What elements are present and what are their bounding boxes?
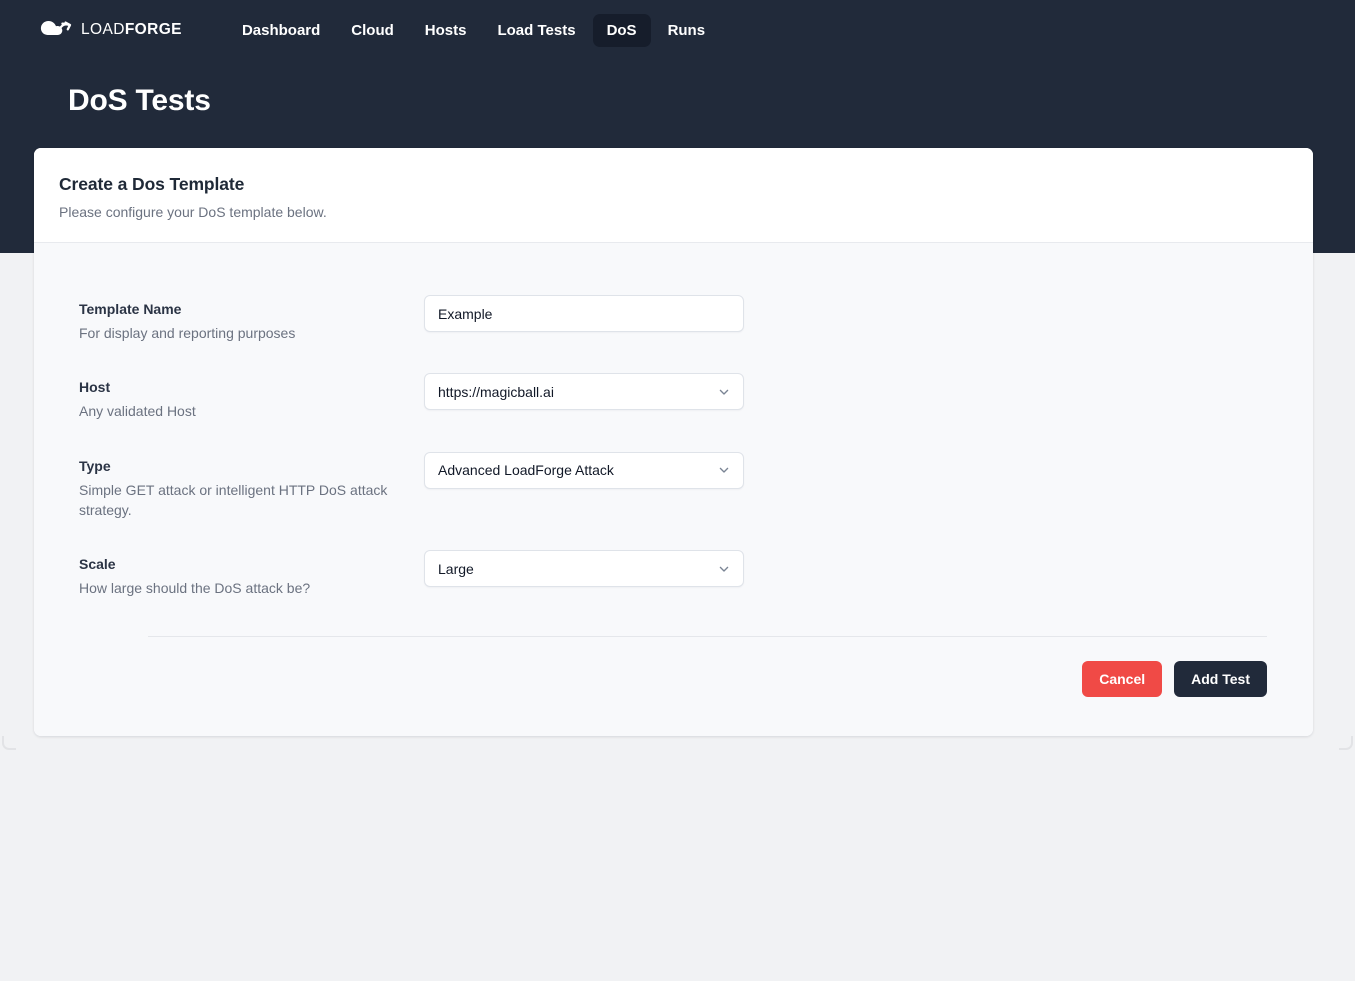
form-control-col: https://magicball.ai — [424, 373, 744, 411]
form-label-col: Host Any validated Host — [79, 373, 424, 421]
label-scale: Scale — [79, 556, 116, 573]
form-label-col: Type Simple GET attack or intelligent HT… — [79, 452, 424, 521]
page-corner-mark-left — [2, 736, 16, 750]
brand-logo-link[interactable]: LOADFORGE — [38, 17, 182, 43]
form-control-col: Advanced LoadForge Attack — [424, 451, 744, 489]
scale-select-value: Large — [438, 560, 474, 577]
nav-item-hosts[interactable]: Hosts — [411, 14, 481, 47]
create-dos-template-card: Create a Dos Template Please configure y… — [34, 148, 1313, 736]
chevron-down-icon — [708, 384, 732, 400]
card-body: Template Name For display and reporting … — [34, 243, 1313, 736]
nav-item-load-tests[interactable]: Load Tests — [483, 14, 589, 47]
template-name-input[interactable] — [424, 295, 744, 332]
host-select[interactable]: https://magicball.ai — [424, 373, 744, 411]
help-host: Any validated Host — [79, 403, 196, 420]
nav-item-dos[interactable]: DoS — [592, 13, 651, 47]
form-control-col: Large — [424, 550, 744, 588]
nav-item-runs[interactable]: Runs — [654, 14, 720, 47]
chevron-down-icon — [708, 462, 732, 478]
card-subtitle: Please configure your DoS template below… — [59, 204, 327, 220]
form-label-col: Scale How large should the DoS attack be… — [79, 550, 424, 598]
form-control-col — [424, 295, 744, 332]
top-navigation-bar: LOADFORGE Dashboard Cloud Hosts Load Tes… — [0, 0, 1355, 60]
label-host: Host — [79, 379, 111, 396]
form-actions: Cancel Add Test — [79, 637, 1268, 698]
chevron-down-icon — [708, 561, 732, 577]
cancel-button[interactable]: Cancel — [1082, 661, 1163, 698]
card-header: Create a Dos Template Please configure y… — [34, 148, 1313, 243]
type-select-value: Advanced LoadForge Attack — [438, 462, 614, 479]
help-template-name: For display and reporting purposes — [79, 325, 296, 341]
form-label-col: Template Name For display and reporting … — [79, 295, 424, 343]
page-title: DoS Tests — [68, 84, 211, 117]
form-row-host: Host Any validated Host https://magicbal… — [79, 373, 1268, 421]
help-scale: How large should the DoS attack be? — [79, 580, 311, 597]
card-title: Create a Dos Template — [59, 174, 245, 194]
nav-item-cloud[interactable]: Cloud — [337, 14, 408, 47]
cloud-arrow-icon — [38, 17, 72, 43]
host-select-value: https://magicball.ai — [438, 383, 554, 400]
form-row-type: Type Simple GET attack or intelligent HT… — [79, 451, 1268, 521]
label-type: Type — [79, 457, 111, 474]
type-select[interactable]: Advanced LoadForge Attack — [424, 451, 744, 489]
help-type: Simple GET attack or intelligent HTTP Do… — [79, 481, 388, 518]
page-corner-mark-right — [1339, 736, 1353, 750]
brand-name: LOADFORGE — [81, 21, 182, 38]
label-template-name: Template Name — [79, 301, 182, 317]
nav-item-dashboard[interactable]: Dashboard — [228, 14, 334, 47]
add-test-button[interactable]: Add Test — [1174, 661, 1267, 698]
nav-links: Dashboard Cloud Hosts Load Tests DoS Run… — [228, 13, 720, 47]
scale-select[interactable]: Large — [424, 550, 744, 588]
form-row-template-name: Template Name For display and reporting … — [79, 295, 1268, 343]
form-row-scale: Scale How large should the DoS attack be… — [79, 550, 1268, 598]
